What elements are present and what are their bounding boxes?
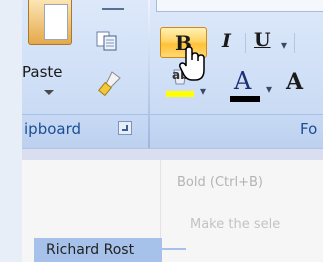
tooltip-body: Make the sele [190, 217, 281, 232]
highlight-color-bar [166, 91, 194, 97]
toolbar-separator [294, 33, 295, 53]
tooltip-title: Bold (Ctrl+B) [177, 175, 263, 190]
copy-icon[interactable] [96, 31, 118, 51]
paste-sheet-icon [44, 4, 68, 40]
font-color-button[interactable]: A [234, 67, 251, 95]
toolbar-separator [245, 33, 246, 53]
font-group-label: Fo [300, 120, 318, 138]
group-separator [148, 0, 150, 148]
paste-button-label[interactable]: Paste [22, 63, 63, 81]
underline-dropdown-icon[interactable]: ▾ [281, 38, 287, 52]
font-size-combo[interactable] [156, 0, 323, 12]
mouse-pointer-icon [179, 46, 205, 81]
format-painter-icon[interactable] [98, 70, 122, 98]
clipboard-dialog-launcher-icon[interactable] [118, 121, 132, 135]
grow-font-button[interactable]: A [286, 69, 303, 95]
paste-dropdown-icon[interactable] [44, 90, 54, 95]
window-frame-bottom [0, 262, 323, 270]
watermark-underline [162, 248, 186, 250]
font-color-dropdown-icon[interactable]: ▾ [266, 82, 272, 96]
font-color-bar [230, 96, 260, 102]
window-frame-left [0, 0, 23, 270]
underline-button[interactable]: U [254, 29, 271, 51]
highlight-dropdown-icon[interactable]: ▾ [200, 84, 206, 98]
watermark-label: Richard Rost [34, 238, 162, 262]
clipboard-group-label: ipboard [24, 120, 82, 138]
cut-icon[interactable] [102, 0, 124, 10]
italic-button[interactable]: I [222, 30, 231, 52]
